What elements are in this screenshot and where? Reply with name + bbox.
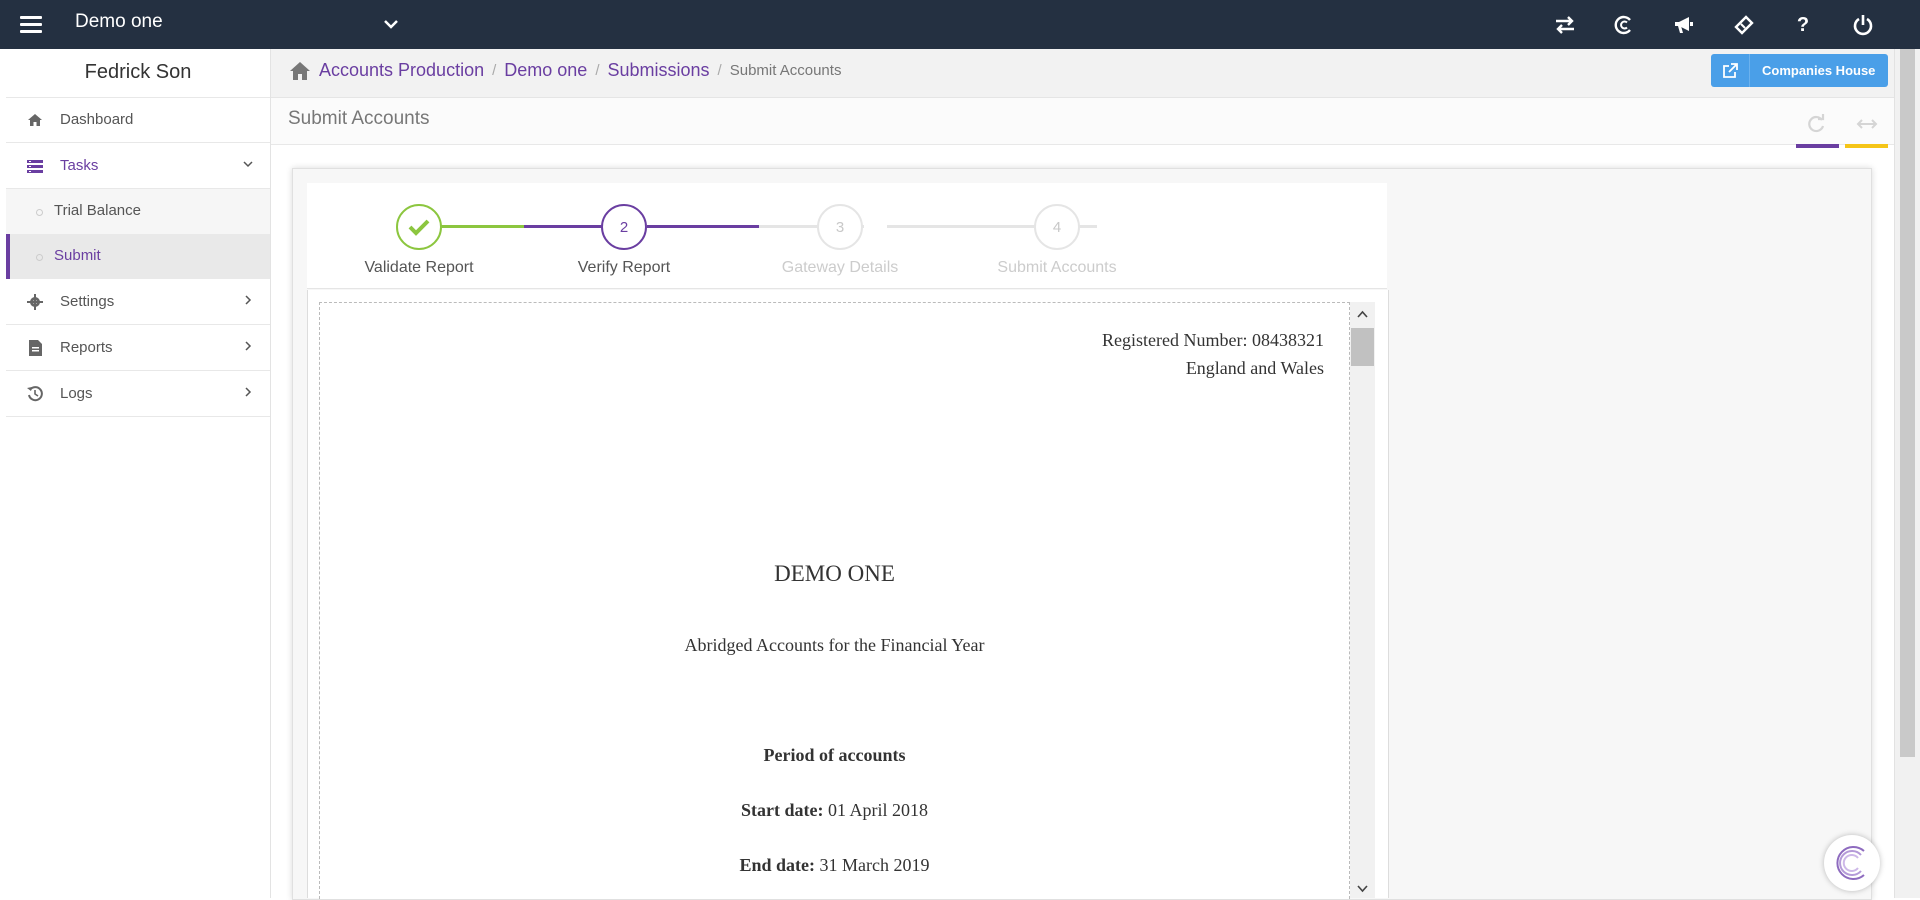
sidebar-item-settings[interactable]: Settings [6,279,270,325]
accent-bar-yellow [1845,144,1888,148]
step-number: 4 [1052,218,1062,236]
start-date-value: 01 April 2018 [827,800,928,820]
chat-widget-button[interactable] [1824,835,1880,891]
help-icon[interactable]: ? [1790,12,1816,38]
breadcrumb-bar: Accounts Production / Demo one / Submiss… [271,49,1894,98]
sidebar-item-tasks[interactable]: Tasks [6,143,270,189]
sidebar-item-label: Trial Balance [54,202,141,219]
start-date-line: Start date: 01 April 2018 [320,800,1349,821]
chevron-down-icon[interactable] [1356,882,1369,895]
wizard-step-label: Submit Accounts [997,259,1117,276]
swap-icon[interactable] [1552,12,1578,38]
chat-logo-icon [1836,846,1865,880]
gear-icon [26,293,44,311]
chevron-up-icon[interactable] [1356,308,1369,321]
wizard-step-4[interactable]: 4 [1034,204,1080,250]
breadcrumb-current: Submit Accounts [729,62,842,79]
breadcrumb-separator: / [492,62,497,79]
submission-wizard: 2 3 4 Validate Report Verify Report Gate… [307,183,1387,289]
tree-dot-icon [36,254,43,261]
power-icon[interactable] [1850,12,1876,38]
active-indicator [6,234,10,279]
sidebar-item-label: Reports [60,339,113,356]
menu-icon[interactable] [20,12,42,36]
sidebar-item-label: Logs [60,385,93,402]
breadcrumb-separator: / [717,62,722,79]
sidebar: Fedrick Son Dashboard Tasks Trial Balanc… [0,49,271,898]
user-name: Fedrick Son [6,49,270,98]
check-icon [408,219,430,236]
sidebar-item-trial-balance[interactable]: Trial Balance [6,189,270,234]
file-icon [26,339,44,357]
wizard-step-1[interactable] [396,204,442,250]
sidebar-item-dashboard[interactable]: Dashboard [6,97,270,143]
sidebar-item-label: Tasks [60,157,99,174]
step-number: 2 [619,218,629,236]
jurisdiction: England and Wales [1185,358,1324,378]
scrollbar-thumb[interactable] [1900,49,1915,757]
step-number: 3 [835,218,845,236]
report-document: Registered Number: 08438321 England and … [319,302,1350,899]
copyright-icon[interactable] [1611,12,1637,38]
end-date-line: End date: 31 March 2019 [320,855,1349,876]
expand-horizontal-icon[interactable] [1856,113,1878,135]
tasks-icon [26,157,44,175]
companies-house-button[interactable]: Companies House [1711,54,1888,87]
company-selector-label[interactable]: Demo one [75,11,163,33]
breadcrumb: Accounts Production / Demo one / Submiss… [289,60,841,81]
home-icon [26,111,44,129]
wizard-step-label: Gateway Details [781,259,899,276]
home-icon[interactable] [289,61,311,81]
sidebar-item-label: Submit [54,247,101,264]
chevron-right-icon [245,341,252,351]
chevron-down-icon[interactable] [380,13,402,35]
end-date-label: End date: [739,855,816,875]
megaphone-icon[interactable] [1671,12,1697,38]
breadcrumb-link[interactable]: Submissions [608,60,710,81]
sidebar-item-logs[interactable]: Logs [6,371,270,417]
sidebar-item-reports[interactable]: Reports [6,325,270,371]
end-date-value: 31 March 2019 [819,855,930,875]
companies-house-label: Companies House [1762,63,1876,78]
history-icon [26,385,44,403]
chevron-right-icon [245,387,252,397]
chevron-right-icon [245,295,252,305]
breadcrumb-link[interactable]: Demo one [504,60,587,81]
document-scrollbar[interactable] [1350,302,1375,898]
wizard-connector [647,225,759,228]
wizard-step-3[interactable]: 3 [817,204,863,250]
scrollbar-thumb[interactable] [1351,328,1374,366]
refresh-icon[interactable] [1805,113,1827,135]
start-date-label: Start date: [741,800,824,820]
page-scrollbar[interactable] [1894,49,1920,898]
external-link-icon [1711,54,1750,87]
breadcrumb-separator: / [595,62,600,79]
breadcrumb-link[interactable]: Accounts Production [319,60,484,81]
page-header: Submit Accounts [271,98,1894,145]
period-heading: Period of accounts [763,745,906,765]
tree-dot-icon [36,209,43,216]
top-navbar: Demo one ? [0,0,1920,49]
ticket-icon[interactable] [1731,12,1757,38]
wizard-step-label: Validate Report [364,259,474,276]
sidebar-item-submit[interactable]: Submit [6,234,270,279]
wizard-step-label: Verify Report [577,259,671,276]
page-title: Submit Accounts [288,108,430,129]
report-subtitle: Abridged Accounts for the Financial Year [684,635,985,655]
sidebar-item-label: Settings [60,293,115,310]
sidebar-item-label: Dashboard [60,111,134,128]
wizard-step-2[interactable]: 2 [601,204,647,250]
company-title: DEMO ONE [774,561,895,586]
chevron-down-icon [243,161,253,168]
registered-number: Registered Number: 08438321 [1102,330,1324,350]
accent-bar-purple [1796,144,1839,148]
